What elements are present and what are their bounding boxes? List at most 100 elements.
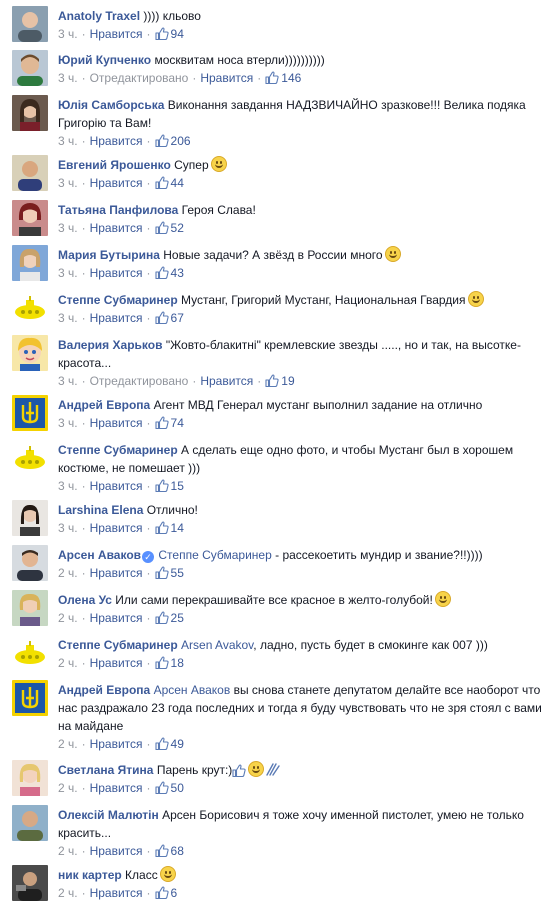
like-count[interactable]: 94	[154, 27, 184, 41]
like-button[interactable]: Нравится	[90, 521, 143, 535]
comment-timestamp[interactable]: 3 ч.	[58, 479, 78, 493]
like-count[interactable]: 68	[154, 844, 184, 858]
like-button[interactable]: Нравится	[90, 176, 143, 190]
like-count[interactable]: 25	[154, 611, 184, 625]
comment-author-link[interactable]: Юлія Самборська	[58, 98, 164, 112]
like-count[interactable]: 43	[154, 266, 184, 280]
like-count[interactable]: 15	[154, 479, 184, 493]
avatar[interactable]	[12, 6, 48, 42]
like-button[interactable]: Нравится	[90, 134, 143, 148]
comment-meta: 2 ч. · Нравится · 50	[58, 780, 550, 796]
comment-author-link[interactable]: Татьяна Панфилова	[58, 203, 178, 217]
like-count[interactable]: 18	[154, 656, 184, 670]
avatar[interactable]	[12, 680, 48, 716]
comment-timestamp[interactable]: 3 ч.	[58, 374, 78, 388]
avatar[interactable]	[12, 760, 48, 796]
comment-timestamp[interactable]: 3 ч.	[58, 71, 78, 85]
like-button[interactable]: Нравится	[90, 221, 143, 235]
comment-author-link[interactable]: Арсен Аваков	[58, 548, 141, 562]
comment-author-link[interactable]: Larshina Elena	[58, 503, 143, 517]
comment-timestamp[interactable]: 2 ч.	[58, 844, 78, 858]
like-count-value: 52	[170, 221, 184, 235]
comment-timestamp[interactable]: 3 ч.	[58, 521, 78, 535]
like-count[interactable]: 19	[265, 374, 295, 388]
avatar[interactable]	[12, 245, 48, 281]
comment-author-link[interactable]: ник картер	[58, 868, 122, 882]
like-button[interactable]: Нравится	[90, 737, 143, 751]
comment-author-link[interactable]: Мария Бутырина	[58, 248, 160, 262]
like-button[interactable]: Нравится	[90, 416, 143, 430]
like-button[interactable]: Нравится	[90, 479, 143, 493]
comment-author-link[interactable]: Андрей Европа	[58, 398, 150, 412]
comment-author-link[interactable]: Юрий Купченко	[58, 53, 151, 67]
like-count[interactable]: 6	[154, 886, 177, 900]
comment-author-link[interactable]: Евгений Ярошенко	[58, 158, 171, 172]
avatar[interactable]	[12, 590, 48, 626]
avatar[interactable]	[12, 50, 48, 86]
like-button[interactable]: Нравится	[200, 374, 253, 388]
like-button[interactable]: Нравится	[200, 71, 253, 85]
like-button[interactable]: Нравится	[90, 611, 143, 625]
avatar[interactable]	[12, 95, 48, 131]
like-count[interactable]: 44	[154, 176, 184, 190]
avatar[interactable]	[12, 155, 48, 191]
comment-timestamp[interactable]: 2 ч.	[58, 611, 78, 625]
comment-timestamp[interactable]: 3 ч.	[58, 176, 78, 190]
like-count[interactable]: 50	[154, 781, 184, 795]
avatar[interactable]	[12, 805, 48, 841]
avatar[interactable]	[12, 635, 48, 671]
avatar[interactable]	[12, 545, 48, 581]
like-count[interactable]: 55	[154, 566, 184, 580]
avatar[interactable]	[12, 440, 48, 476]
comment-author-link[interactable]: Anatoly Traxel	[58, 9, 140, 23]
comment-author-link[interactable]: Олексій Малютін	[58, 808, 159, 822]
comment-author-link[interactable]: Степпе Субмаринер	[58, 293, 178, 307]
like-count[interactable]: 206	[154, 134, 191, 148]
comment-timestamp[interactable]: 3 ч.	[58, 27, 78, 41]
comment-timestamp[interactable]: 3 ч.	[58, 311, 78, 325]
like-count[interactable]: 67	[154, 311, 184, 325]
mention-link[interactable]: Arsen Avakov	[181, 638, 253, 652]
comment-timestamp[interactable]: 3 ч.	[58, 221, 78, 235]
like-button[interactable]: Нравится	[90, 566, 143, 580]
like-button[interactable]: Нравится	[90, 266, 143, 280]
like-button[interactable]: Нравится	[90, 781, 143, 795]
comment-meta: 2 ч. · Нравится · 25	[58, 610, 550, 626]
comment-timestamp[interactable]: 2 ч.	[58, 781, 78, 795]
comment-timestamp[interactable]: 2 ч.	[58, 886, 78, 900]
like-button[interactable]: Нравится	[90, 844, 143, 858]
like-count[interactable]: 146	[265, 71, 301, 85]
comment-author-link[interactable]: Степпе Субмаринер	[58, 443, 178, 457]
avatar[interactable]	[12, 395, 48, 431]
avatar[interactable]	[12, 500, 48, 536]
edited-label[interactable]: Отредактировано	[90, 374, 189, 388]
avatar[interactable]	[12, 200, 48, 236]
like-button[interactable]: Нравится	[90, 886, 143, 900]
edited-label[interactable]: Отредактировано	[90, 71, 189, 85]
comment-author-link[interactable]: Андрей Европа	[58, 683, 150, 697]
like-button[interactable]: Нравится	[90, 27, 143, 41]
like-button[interactable]: Нравится	[90, 311, 143, 325]
like-count[interactable]: 74	[154, 416, 184, 430]
avatar[interactable]	[12, 290, 48, 326]
comment-timestamp[interactable]: 2 ч.	[58, 566, 78, 580]
like-count[interactable]: 14	[154, 521, 184, 535]
comment-author-link[interactable]: Степпе Субмаринер	[58, 638, 178, 652]
comment-timestamp[interactable]: 3 ч.	[58, 134, 78, 148]
avatar[interactable]	[12, 865, 48, 901]
avatar[interactable]	[12, 335, 48, 371]
like-button[interactable]: Нравится	[90, 656, 143, 670]
meta-separator: ·	[146, 737, 151, 751]
comment-timestamp[interactable]: 3 ч.	[58, 416, 78, 430]
mention-link[interactable]: Арсен Аваков	[154, 683, 231, 697]
comment-meta: 2 ч. · Нравится · 55	[58, 565, 550, 581]
mention-link[interactable]: Степпе Субмаринер	[158, 548, 271, 562]
comment-timestamp[interactable]: 2 ч.	[58, 737, 78, 751]
comment-author-link[interactable]: Олена Ус	[58, 593, 112, 607]
comment-author-link[interactable]: Валерия Харьков	[58, 338, 162, 352]
comment-timestamp[interactable]: 3 ч.	[58, 266, 78, 280]
comment-author-link[interactable]: Светлана Ятина	[58, 763, 153, 777]
comment-timestamp[interactable]: 2 ч.	[58, 656, 78, 670]
like-count[interactable]: 52	[154, 221, 184, 235]
like-count[interactable]: 49	[154, 737, 184, 751]
